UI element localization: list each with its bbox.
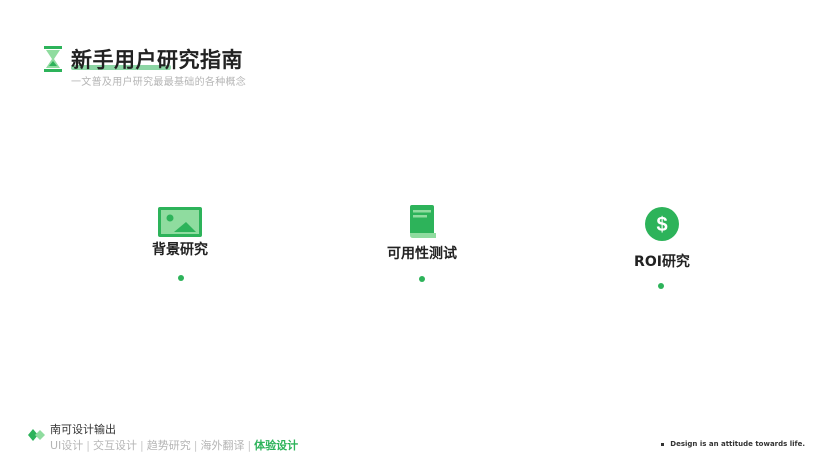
footer-nav-item-active[interactable]: 体验设计 — [254, 439, 298, 452]
dollar-icon: $ — [645, 207, 679, 241]
divider: | — [140, 439, 144, 452]
footer-nav-item[interactable]: 交互设计 — [93, 439, 137, 452]
book-icon — [410, 205, 436, 238]
page-title: 新手用户研究指南 — [71, 48, 243, 72]
item-usability-test[interactable]: 可用性测试 — [383, 205, 461, 263]
hourglass-icon — [44, 46, 62, 72]
footer-nav-item[interactable]: 趋势研究 — [147, 439, 191, 452]
item-background-research[interactable]: 背景研究 — [148, 207, 212, 259]
divider: | — [193, 439, 198, 452]
svg-text:$: $ — [656, 214, 667, 236]
item-dot — [178, 275, 184, 281]
image-icon — [158, 207, 202, 237]
footer-nav-item[interactable]: 海外翻译 — [200, 439, 244, 452]
item-label: ROI研究 — [634, 254, 690, 270]
footer-nav: UI设计 | 交互设计 | 趋势研究 | 海外翻译 | 体验设计 — [50, 437, 298, 453]
tagline-text: Design is an attitude towards life. — [670, 440, 805, 448]
divider: | — [86, 439, 91, 452]
footer-nav-item[interactable]: UI设计 — [50, 439, 83, 452]
brand-name: 南可设计输出 — [50, 423, 116, 436]
diamond-logo-icon — [28, 429, 45, 441]
divider: | — [247, 439, 252, 452]
tagline: Design is an attitude towards life. — [661, 440, 805, 448]
page-subtitle: 一文普及用户研究最最基础的各种概念 — [71, 77, 247, 88]
item-label: 背景研究 — [152, 242, 208, 258]
item-label: 可用性测试 — [387, 246, 457, 262]
item-dot — [658, 283, 664, 289]
item-dot — [419, 276, 425, 282]
bullet-icon — [661, 442, 665, 446]
item-roi-research[interactable]: $ ROI研究 — [630, 207, 694, 271]
